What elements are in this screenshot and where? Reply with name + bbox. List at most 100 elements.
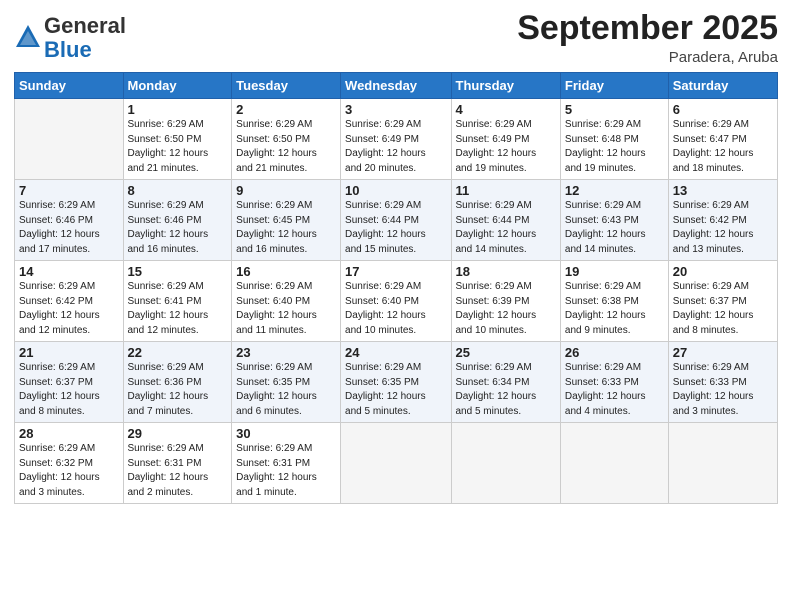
day-number: 5 <box>565 102 664 117</box>
logo: General Blue <box>14 14 126 62</box>
day-number: 27 <box>673 345 773 360</box>
day-info: Sunrise: 6:29 AM Sunset: 6:43 PM Dayligh… <box>565 199 664 257</box>
day-info: Sunrise: 6:29 AM Sunset: 6:31 PM Dayligh… <box>236 442 336 500</box>
calendar-cell: 13Sunrise: 6:29 AM Sunset: 6:42 PM Dayli… <box>668 180 777 261</box>
calendar-cell: 16Sunrise: 6:29 AM Sunset: 6:40 PM Dayli… <box>232 261 341 342</box>
day-number: 28 <box>19 426 119 441</box>
day-number: 14 <box>19 264 119 279</box>
logo-blue: Blue <box>44 37 92 62</box>
logo-general: General <box>44 13 126 38</box>
day-number: 7 <box>19 183 119 198</box>
day-number: 21 <box>19 345 119 360</box>
calendar-cell: 5Sunrise: 6:29 AM Sunset: 6:48 PM Daylig… <box>560 99 668 180</box>
day-info: Sunrise: 6:29 AM Sunset: 6:41 PM Dayligh… <box>128 280 228 338</box>
weekday-header: Sunday <box>15 73 124 99</box>
day-info: Sunrise: 6:29 AM Sunset: 6:40 PM Dayligh… <box>236 280 336 338</box>
weekday-header: Wednesday <box>341 73 451 99</box>
day-number: 17 <box>345 264 446 279</box>
day-info: Sunrise: 6:29 AM Sunset: 6:45 PM Dayligh… <box>236 199 336 257</box>
day-info: Sunrise: 6:29 AM Sunset: 6:42 PM Dayligh… <box>673 199 773 257</box>
calendar-cell: 22Sunrise: 6:29 AM Sunset: 6:36 PM Dayli… <box>123 342 232 423</box>
header: General Blue September 2025 Paradera, Ar… <box>14 10 778 66</box>
calendar-cell: 18Sunrise: 6:29 AM Sunset: 6:39 PM Dayli… <box>451 261 560 342</box>
day-number: 12 <box>565 183 664 198</box>
day-info: Sunrise: 6:29 AM Sunset: 6:36 PM Dayligh… <box>128 361 228 419</box>
day-number: 23 <box>236 345 336 360</box>
day-number: 3 <box>345 102 446 117</box>
calendar-cell: 1Sunrise: 6:29 AM Sunset: 6:50 PM Daylig… <box>123 99 232 180</box>
day-info: Sunrise: 6:29 AM Sunset: 6:50 PM Dayligh… <box>128 118 228 176</box>
calendar-cell <box>341 423 451 504</box>
logo-text: General Blue <box>44 14 126 62</box>
day-number: 20 <box>673 264 773 279</box>
day-info: Sunrise: 6:29 AM Sunset: 6:46 PM Dayligh… <box>128 199 228 257</box>
day-number: 6 <box>673 102 773 117</box>
calendar-cell: 17Sunrise: 6:29 AM Sunset: 6:40 PM Dayli… <box>341 261 451 342</box>
day-info: Sunrise: 6:29 AM Sunset: 6:38 PM Dayligh… <box>565 280 664 338</box>
day-info: Sunrise: 6:29 AM Sunset: 6:46 PM Dayligh… <box>19 199 119 257</box>
day-number: 29 <box>128 426 228 441</box>
day-info: Sunrise: 6:29 AM Sunset: 6:37 PM Dayligh… <box>673 280 773 338</box>
day-info: Sunrise: 6:29 AM Sunset: 6:33 PM Dayligh… <box>565 361 664 419</box>
calendar-cell: 4Sunrise: 6:29 AM Sunset: 6:49 PM Daylig… <box>451 99 560 180</box>
day-number: 10 <box>345 183 446 198</box>
calendar-week-row: 1Sunrise: 6:29 AM Sunset: 6:50 PM Daylig… <box>15 99 778 180</box>
logo-icon <box>14 23 42 51</box>
calendar-week-row: 28Sunrise: 6:29 AM Sunset: 6:32 PM Dayli… <box>15 423 778 504</box>
calendar-cell: 26Sunrise: 6:29 AM Sunset: 6:33 PM Dayli… <box>560 342 668 423</box>
day-number: 15 <box>128 264 228 279</box>
calendar-cell <box>15 99 124 180</box>
day-number: 25 <box>456 345 556 360</box>
calendar-cell: 29Sunrise: 6:29 AM Sunset: 6:31 PM Dayli… <box>123 423 232 504</box>
calendar-cell: 30Sunrise: 6:29 AM Sunset: 6:31 PM Dayli… <box>232 423 341 504</box>
calendar-cell: 24Sunrise: 6:29 AM Sunset: 6:35 PM Dayli… <box>341 342 451 423</box>
day-info: Sunrise: 6:29 AM Sunset: 6:32 PM Dayligh… <box>19 442 119 500</box>
day-number: 13 <box>673 183 773 198</box>
calendar-week-row: 21Sunrise: 6:29 AM Sunset: 6:37 PM Dayli… <box>15 342 778 423</box>
page: General Blue September 2025 Paradera, Ar… <box>0 0 792 612</box>
day-info: Sunrise: 6:29 AM Sunset: 6:44 PM Dayligh… <box>456 199 556 257</box>
calendar-cell <box>560 423 668 504</box>
calendar-cell: 7Sunrise: 6:29 AM Sunset: 6:46 PM Daylig… <box>15 180 124 261</box>
weekday-header: Thursday <box>451 73 560 99</box>
weekday-header: Friday <box>560 73 668 99</box>
day-number: 8 <box>128 183 228 198</box>
day-number: 26 <box>565 345 664 360</box>
day-info: Sunrise: 6:29 AM Sunset: 6:47 PM Dayligh… <box>673 118 773 176</box>
calendar-cell: 3Sunrise: 6:29 AM Sunset: 6:49 PM Daylig… <box>341 99 451 180</box>
day-info: Sunrise: 6:29 AM Sunset: 6:33 PM Dayligh… <box>673 361 773 419</box>
day-info: Sunrise: 6:29 AM Sunset: 6:48 PM Dayligh… <box>565 118 664 176</box>
weekday-header: Tuesday <box>232 73 341 99</box>
calendar-header-row: SundayMondayTuesdayWednesdayThursdayFrid… <box>15 73 778 99</box>
day-info: Sunrise: 6:29 AM Sunset: 6:35 PM Dayligh… <box>345 361 446 419</box>
calendar-cell: 6Sunrise: 6:29 AM Sunset: 6:47 PM Daylig… <box>668 99 777 180</box>
day-number: 2 <box>236 102 336 117</box>
calendar-cell: 23Sunrise: 6:29 AM Sunset: 6:35 PM Dayli… <box>232 342 341 423</box>
calendar-cell: 25Sunrise: 6:29 AM Sunset: 6:34 PM Dayli… <box>451 342 560 423</box>
day-info: Sunrise: 6:29 AM Sunset: 6:35 PM Dayligh… <box>236 361 336 419</box>
calendar-cell: 28Sunrise: 6:29 AM Sunset: 6:32 PM Dayli… <box>15 423 124 504</box>
day-info: Sunrise: 6:29 AM Sunset: 6:49 PM Dayligh… <box>345 118 446 176</box>
weekday-header: Monday <box>123 73 232 99</box>
day-number: 1 <box>128 102 228 117</box>
day-number: 30 <box>236 426 336 441</box>
calendar-cell: 27Sunrise: 6:29 AM Sunset: 6:33 PM Dayli… <box>668 342 777 423</box>
day-number: 22 <box>128 345 228 360</box>
calendar-cell: 14Sunrise: 6:29 AM Sunset: 6:42 PM Dayli… <box>15 261 124 342</box>
calendar-cell: 10Sunrise: 6:29 AM Sunset: 6:44 PM Dayli… <box>341 180 451 261</box>
day-info: Sunrise: 6:29 AM Sunset: 6:39 PM Dayligh… <box>456 280 556 338</box>
weekday-header: Saturday <box>668 73 777 99</box>
day-info: Sunrise: 6:29 AM Sunset: 6:34 PM Dayligh… <box>456 361 556 419</box>
calendar-cell <box>451 423 560 504</box>
calendar-cell: 8Sunrise: 6:29 AM Sunset: 6:46 PM Daylig… <box>123 180 232 261</box>
day-info: Sunrise: 6:29 AM Sunset: 6:50 PM Dayligh… <box>236 118 336 176</box>
day-info: Sunrise: 6:29 AM Sunset: 6:40 PM Dayligh… <box>345 280 446 338</box>
calendar-cell: 11Sunrise: 6:29 AM Sunset: 6:44 PM Dayli… <box>451 180 560 261</box>
calendar-cell: 20Sunrise: 6:29 AM Sunset: 6:37 PM Dayli… <box>668 261 777 342</box>
month-title: September 2025 <box>517 10 778 47</box>
day-number: 19 <box>565 264 664 279</box>
calendar-cell: 15Sunrise: 6:29 AM Sunset: 6:41 PM Dayli… <box>123 261 232 342</box>
day-number: 4 <box>456 102 556 117</box>
calendar-cell: 19Sunrise: 6:29 AM Sunset: 6:38 PM Dayli… <box>560 261 668 342</box>
calendar-cell <box>668 423 777 504</box>
